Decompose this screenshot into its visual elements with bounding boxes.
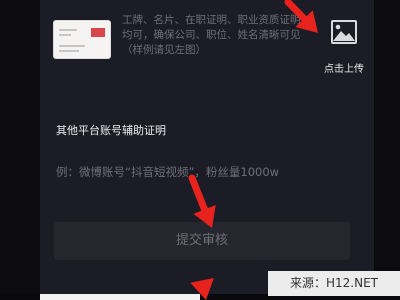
right-margin	[374, 0, 400, 300]
aux-proof-title: 其他平台账号辅助证明	[56, 124, 166, 137]
upload-label: 点击上传	[324, 64, 364, 75]
bottom-white-bar	[40, 294, 200, 300]
submit-review-button[interactable]: 提交审核	[54, 222, 350, 260]
source-watermark: 来源：H12.NET	[268, 271, 400, 296]
left-margin	[0, 0, 40, 300]
upload-button[interactable]: 点击上传	[318, 20, 370, 76]
sample-card-image	[54, 21, 110, 58]
aux-proof-input[interactable]: 例：微博账号“抖音短视频”，粉丝量1000w	[56, 162, 356, 182]
image-icon	[331, 20, 357, 44]
verification-panel: 工牌、名片、在职证明、职业资质证明均可，确保公司、职位、姓名清晰可见（样例请见左…	[40, 0, 374, 300]
submit-button-label: 提交审核	[175, 233, 228, 248]
screen: 工牌、名片、在职证明、职业资质证明均可，确保公司、职位、姓名清晰可见（样例请见左…	[0, 0, 400, 300]
upload-hint-text: 工牌、名片、在职证明、职业资质证明均可，确保公司、职位、姓名清晰可见（样例请见左…	[122, 14, 301, 56]
